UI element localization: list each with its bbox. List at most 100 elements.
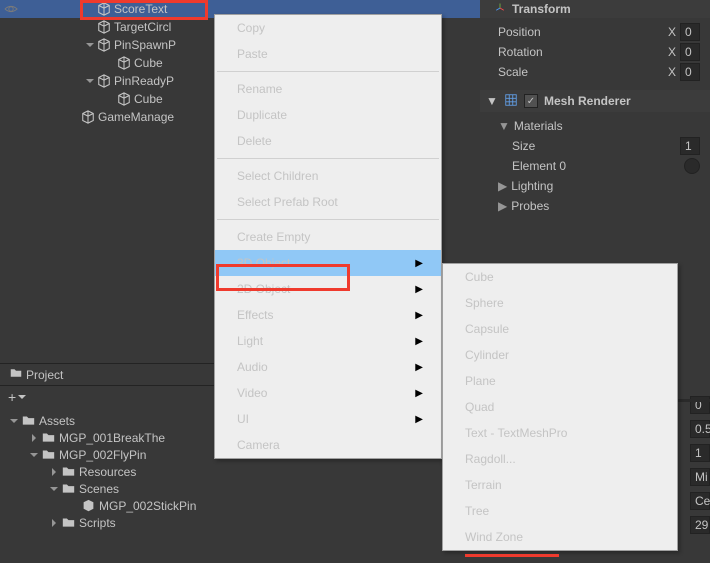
element0-label: Element 0 [512, 159, 566, 173]
foldout-icon[interactable] [48, 519, 60, 527]
transform-title: Transform [512, 2, 571, 16]
menu-item-label: 3D Object [237, 256, 290, 270]
lighting-foldout[interactable]: ▶Lighting [498, 176, 700, 196]
menu-item-ui[interactable]: UI▶ [215, 406, 441, 432]
field-1[interactable]: 0.5 [690, 420, 710, 438]
menu-item-video[interactable]: Video▶ [215, 380, 441, 406]
mesh-renderer-icon [504, 93, 518, 110]
project-tab[interactable]: Project [26, 368, 63, 382]
scale-x-field[interactable]: 0 [680, 63, 700, 81]
project-item[interactable]: Scripts [0, 514, 480, 531]
probes-foldout[interactable]: ▶Probes [498, 196, 700, 216]
menu-item-label: 2D Object [237, 282, 290, 296]
submenu-arrow-icon: ▶ [415, 388, 423, 399]
submenu-item-terrain[interactable]: Terrain [443, 472, 677, 498]
menu-item-select-prefab-root: Select Prefab Root [215, 189, 441, 215]
menu-item-create-empty[interactable]: Create Empty [215, 224, 441, 250]
scale-x-label: X [668, 65, 676, 79]
submenu-item-quad[interactable]: Quad [443, 394, 677, 420]
menu-item-delete[interactable]: Delete [215, 128, 441, 154]
scale-label: Scale [498, 65, 528, 79]
field-4[interactable]: Ce [690, 492, 710, 510]
menu-item-3d-object[interactable]: 3D Object▶ [215, 250, 441, 276]
lighting-label: Lighting [511, 179, 553, 193]
menu-item-copy[interactable]: Copy [215, 15, 441, 41]
hierarchy-item-label: PinSpawnP [114, 38, 176, 52]
materials-foldout[interactable]: ▼Materials [498, 116, 700, 136]
field-2[interactable]: 1 [690, 444, 710, 462]
position-row: Position X 0 [498, 22, 700, 42]
scene-icon [80, 499, 96, 512]
project-item-label: MGP_001BreakThe [59, 431, 165, 445]
highlight-wind-zone-underline [465, 554, 559, 557]
position-x-field[interactable]: 0 [680, 23, 700, 41]
gameobject-icon [96, 74, 112, 88]
menu-item-label: Delete [237, 134, 272, 148]
folder-icon [10, 367, 22, 382]
foldout-icon[interactable] [48, 468, 60, 476]
submenu-arrow-icon: ▶ [415, 362, 423, 373]
submenu-item-sphere[interactable]: Sphere [443, 290, 677, 316]
foldout-icon[interactable] [48, 485, 60, 493]
mesh-renderer-enable-checkbox[interactable]: ✓ [524, 94, 538, 108]
submenu-item-label: Sphere [465, 296, 504, 310]
submenu-item-capsule[interactable]: Capsule [443, 316, 677, 342]
menu-item-light[interactable]: Light▶ [215, 328, 441, 354]
scale-row: Scale X 0 [498, 62, 700, 82]
submenu-item-plane[interactable]: Plane [443, 368, 677, 394]
project-item-label: Assets [39, 414, 75, 428]
field-3[interactable]: Mi [690, 468, 710, 486]
menu-item-effects[interactable]: Effects▶ [215, 302, 441, 328]
submenu-item-wind-zone[interactable]: Wind Zone [443, 524, 677, 550]
menu-item-label: Create Empty [237, 230, 310, 244]
menu-item-paste[interactable]: Paste [215, 41, 441, 67]
foldout-icon[interactable] [8, 417, 20, 425]
menu-item-label: Copy [237, 21, 265, 35]
element0-field[interactable] [684, 158, 700, 174]
submenu-item-cylinder[interactable]: Cylinder [443, 342, 677, 368]
transform-component-header[interactable]: Transform [480, 0, 710, 18]
submenu-item-label: Quad [465, 400, 494, 414]
foldout-icon[interactable] [28, 434, 40, 442]
foldout-icon[interactable] [84, 77, 96, 85]
submenu-item-text-textmeshpro[interactable]: Text - TextMeshPro [443, 420, 677, 446]
project-item[interactable]: Scenes [0, 480, 480, 497]
create-menu-button[interactable]: + [8, 389, 26, 405]
gameobject-icon [80, 110, 96, 124]
submenu-arrow-icon: ▶ [415, 336, 423, 347]
submenu-item-label: Terrain [465, 478, 502, 492]
project-item[interactable]: MGP_002StickPin [0, 497, 480, 514]
element0-row: Element 0 [498, 156, 700, 176]
size-field[interactable]: 1 [680, 137, 700, 155]
project-item-label: MGP_002StickPin [99, 499, 196, 513]
mesh-renderer-header[interactable]: ▼ ✓ Mesh Renderer [480, 90, 710, 112]
menu-item-2d-object[interactable]: 2D Object▶ [215, 276, 441, 302]
field-5[interactable]: 29 [690, 516, 710, 534]
project-item[interactable]: Resources [0, 463, 480, 480]
context-menu: Copy Paste RenameDuplicate Delete Select Chi… [214, 14, 442, 459]
menu-item-audio[interactable]: Audio▶ [215, 354, 441, 380]
menu-item-rename[interactable]: Rename [215, 76, 441, 102]
rotation-x-field[interactable]: 0 [680, 43, 700, 61]
hierarchy-item-label: Cube [134, 56, 163, 70]
menu-item-duplicate[interactable]: Duplicate [215, 102, 441, 128]
submenu-arrow-icon: ▶ [415, 414, 423, 425]
project-item-label: Scenes [79, 482, 119, 496]
rotation-x-label: X [668, 45, 676, 59]
materials-size-row: Size 1 [498, 136, 700, 156]
menu-item-select-children: Select Children [215, 163, 441, 189]
materials-label: Materials [514, 119, 563, 133]
mesh-renderer-title: Mesh Renderer [544, 94, 631, 108]
menu-item-camera[interactable]: Camera [215, 432, 441, 458]
project-item-label: Resources [79, 465, 136, 479]
submenu-item-ragdoll-[interactable]: Ragdoll... [443, 446, 677, 472]
submenu-item-label: Cylinder [465, 348, 509, 362]
size-label: Size [512, 139, 535, 153]
submenu-item-label: Ragdoll... [465, 452, 516, 466]
foldout-icon[interactable]: ▼ [486, 94, 498, 108]
submenu-item-cube[interactable]: Cube [443, 264, 677, 290]
visibility-icon[interactable] [0, 0, 22, 18]
foldout-icon[interactable] [84, 41, 96, 49]
submenu-item-tree[interactable]: Tree [443, 498, 677, 524]
foldout-icon[interactable] [28, 451, 40, 459]
